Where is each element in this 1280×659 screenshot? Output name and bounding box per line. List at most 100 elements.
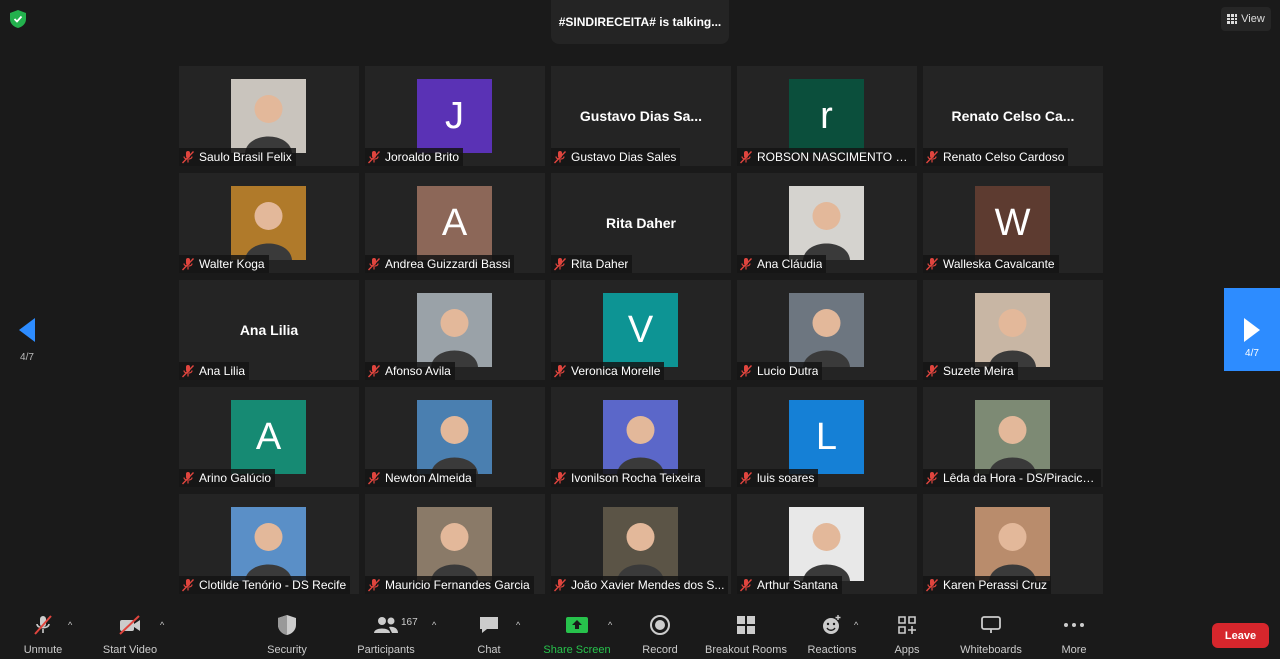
- participant-video: [789, 293, 864, 367]
- participant-tile[interactable]: Arthur Santana: [737, 494, 917, 594]
- participant-name-label: Renato Celso Cardoso: [923, 148, 1069, 166]
- participant-tile[interactable]: A Arino Galúcio: [179, 387, 359, 487]
- breakout-rooms-icon: [733, 612, 759, 638]
- view-label: View: [1241, 13, 1265, 25]
- participant-tile[interactable]: V Veronica Morelle: [551, 280, 731, 380]
- unmute-button[interactable]: Unmute: [22, 612, 64, 658]
- participant-tile[interactable]: A Andrea Guizzardi Bassi: [365, 173, 545, 273]
- participant-tile[interactable]: Ana Cláudia: [737, 173, 917, 273]
- chat-options-caret[interactable]: ^: [516, 620, 524, 630]
- share-options-caret[interactable]: ^: [608, 620, 616, 630]
- record-icon: [647, 612, 673, 638]
- participant-tile[interactable]: Mauricio Fernandes Garcia: [365, 494, 545, 594]
- participant-tile[interactable]: Newton Almeida: [365, 387, 545, 487]
- participant-video: [417, 400, 492, 474]
- video-options-caret[interactable]: ^: [160, 620, 168, 630]
- participant-name: Lucio Dutra: [757, 364, 819, 378]
- participant-video: [603, 400, 678, 474]
- letter-avatar: J: [417, 79, 492, 153]
- reactions-label: Reactions: [807, 644, 857, 656]
- participants-label: Participants: [357, 644, 415, 656]
- whiteboards-button[interactable]: Whiteboards: [958, 612, 1024, 658]
- participant-tile[interactable]: J Joroaldo Brito: [365, 66, 545, 166]
- participant-tile[interactable]: Walter Koga: [179, 173, 359, 273]
- participant-tile[interactable]: W Walleska Cavalcante: [923, 173, 1103, 273]
- participant-video: [603, 507, 678, 581]
- leave-button[interactable]: Leave: [1212, 623, 1269, 648]
- participant-video: [975, 293, 1050, 367]
- participant-name-label: Walter Koga: [179, 255, 269, 273]
- participant-name: Suzete Meira: [943, 364, 1014, 378]
- letter-avatar: L: [789, 400, 864, 474]
- participant-tile[interactable]: Ivonilson Rocha Teixeira: [551, 387, 731, 487]
- participant-tile[interactable]: Saulo Brasil Felix: [179, 66, 359, 166]
- participant-tile[interactable]: Renato Celso Ca... Renato Celso Cardoso: [923, 66, 1103, 166]
- participant-tile[interactable]: Lucio Dutra: [737, 280, 917, 380]
- participant-video: [975, 400, 1050, 474]
- participant-tile[interactable]: Clotilde Tenório - DS Recife: [179, 494, 359, 594]
- participant-tile[interactable]: Karen Perassi Cruz: [923, 494, 1103, 594]
- previous-page-button[interactable]: 4/7: [10, 314, 44, 370]
- muted-mic-icon: [181, 578, 195, 592]
- muted-mic-icon: [181, 364, 195, 378]
- letter-avatar: W: [975, 186, 1050, 260]
- chevron-left-icon: [19, 318, 35, 342]
- chat-label: Chat: [477, 644, 501, 656]
- participant-tile[interactable]: Lluis soares: [737, 387, 917, 487]
- record-label: Record: [642, 644, 678, 656]
- audio-options-caret[interactable]: ^: [68, 620, 76, 630]
- apps-button[interactable]: Apps: [893, 612, 921, 658]
- participants-options-caret[interactable]: ^: [432, 620, 440, 630]
- record-button[interactable]: Record: [641, 612, 679, 658]
- participant-name-label: Suzete Meira: [923, 362, 1018, 380]
- muted-mic-icon: [739, 364, 753, 378]
- start-video-button[interactable]: Start Video: [102, 612, 158, 658]
- participant-tile[interactable]: Gustavo Dias Sa... Gustavo Dias Sales: [551, 66, 731, 166]
- more-button[interactable]: More: [1060, 612, 1088, 658]
- chat-bubble-icon: [476, 612, 502, 638]
- chat-button[interactable]: Chat: [476, 612, 502, 658]
- participant-tile[interactable]: Afonso Avila: [365, 280, 545, 380]
- participant-name: Joroaldo Brito: [385, 150, 460, 164]
- participant-name: Clotilde Tenório - DS Recife: [199, 578, 347, 592]
- participant-video: [789, 507, 864, 581]
- participant-name-label: Rita Daher: [551, 255, 633, 273]
- muted-mic-icon: [367, 471, 381, 485]
- participant-name-label: Gustavo Dias Sales: [551, 148, 681, 166]
- reactions-button[interactable]: Reactions: [806, 612, 858, 658]
- security-button[interactable]: Security: [266, 612, 308, 658]
- participant-name: Lêda da Hora - DS/Piracica...: [943, 471, 1097, 485]
- muted-mic-icon: [553, 578, 567, 592]
- participant-name-label: Arthur Santana: [737, 576, 842, 594]
- next-page-button[interactable]: 4/7: [1224, 288, 1280, 371]
- letter-avatar: A: [417, 186, 492, 260]
- participant-name: Saulo Brasil Felix: [199, 150, 292, 164]
- participant-tile[interactable]: Ana Lilia Ana Lilia: [179, 280, 359, 380]
- participant-tile[interactable]: Rita Daher Rita Daher: [551, 173, 731, 273]
- video-off-icon: [117, 612, 143, 638]
- participant-video: [231, 79, 306, 153]
- participant-name: ROBSON NASCIMENTO M...: [757, 150, 911, 164]
- muted-mic-icon: [553, 150, 567, 164]
- share-screen-button[interactable]: Share Screen: [543, 612, 611, 658]
- muted-mic-icon: [30, 612, 56, 638]
- muted-mic-icon: [925, 578, 939, 592]
- muted-mic-icon: [739, 578, 753, 592]
- reactions-options-caret[interactable]: ^: [854, 620, 862, 630]
- muted-mic-icon: [553, 471, 567, 485]
- apps-label: Apps: [894, 644, 920, 656]
- participant-video: [417, 293, 492, 367]
- participant-tile[interactable]: Lêda da Hora - DS/Piracica...: [923, 387, 1103, 487]
- whiteboards-label: Whiteboards: [960, 644, 1022, 656]
- encryption-shield-icon[interactable]: [10, 10, 26, 28]
- participant-tile[interactable]: Suzete Meira: [923, 280, 1103, 380]
- breakout-rooms-button[interactable]: Breakout Rooms: [704, 612, 788, 658]
- participant-tile[interactable]: r ROBSON NASCIMENTO M...: [737, 66, 917, 166]
- participant-name: Walter Koga: [199, 257, 265, 271]
- view-button[interactable]: View: [1221, 7, 1271, 31]
- page-indicator-left: 4/7: [20, 352, 34, 363]
- participant-tile[interactable]: João Xavier Mendes dos S...: [551, 494, 731, 594]
- muted-mic-icon: [925, 364, 939, 378]
- whiteboard-icon: [978, 612, 1004, 638]
- participant-name-label: Veronica Morelle: [551, 362, 665, 380]
